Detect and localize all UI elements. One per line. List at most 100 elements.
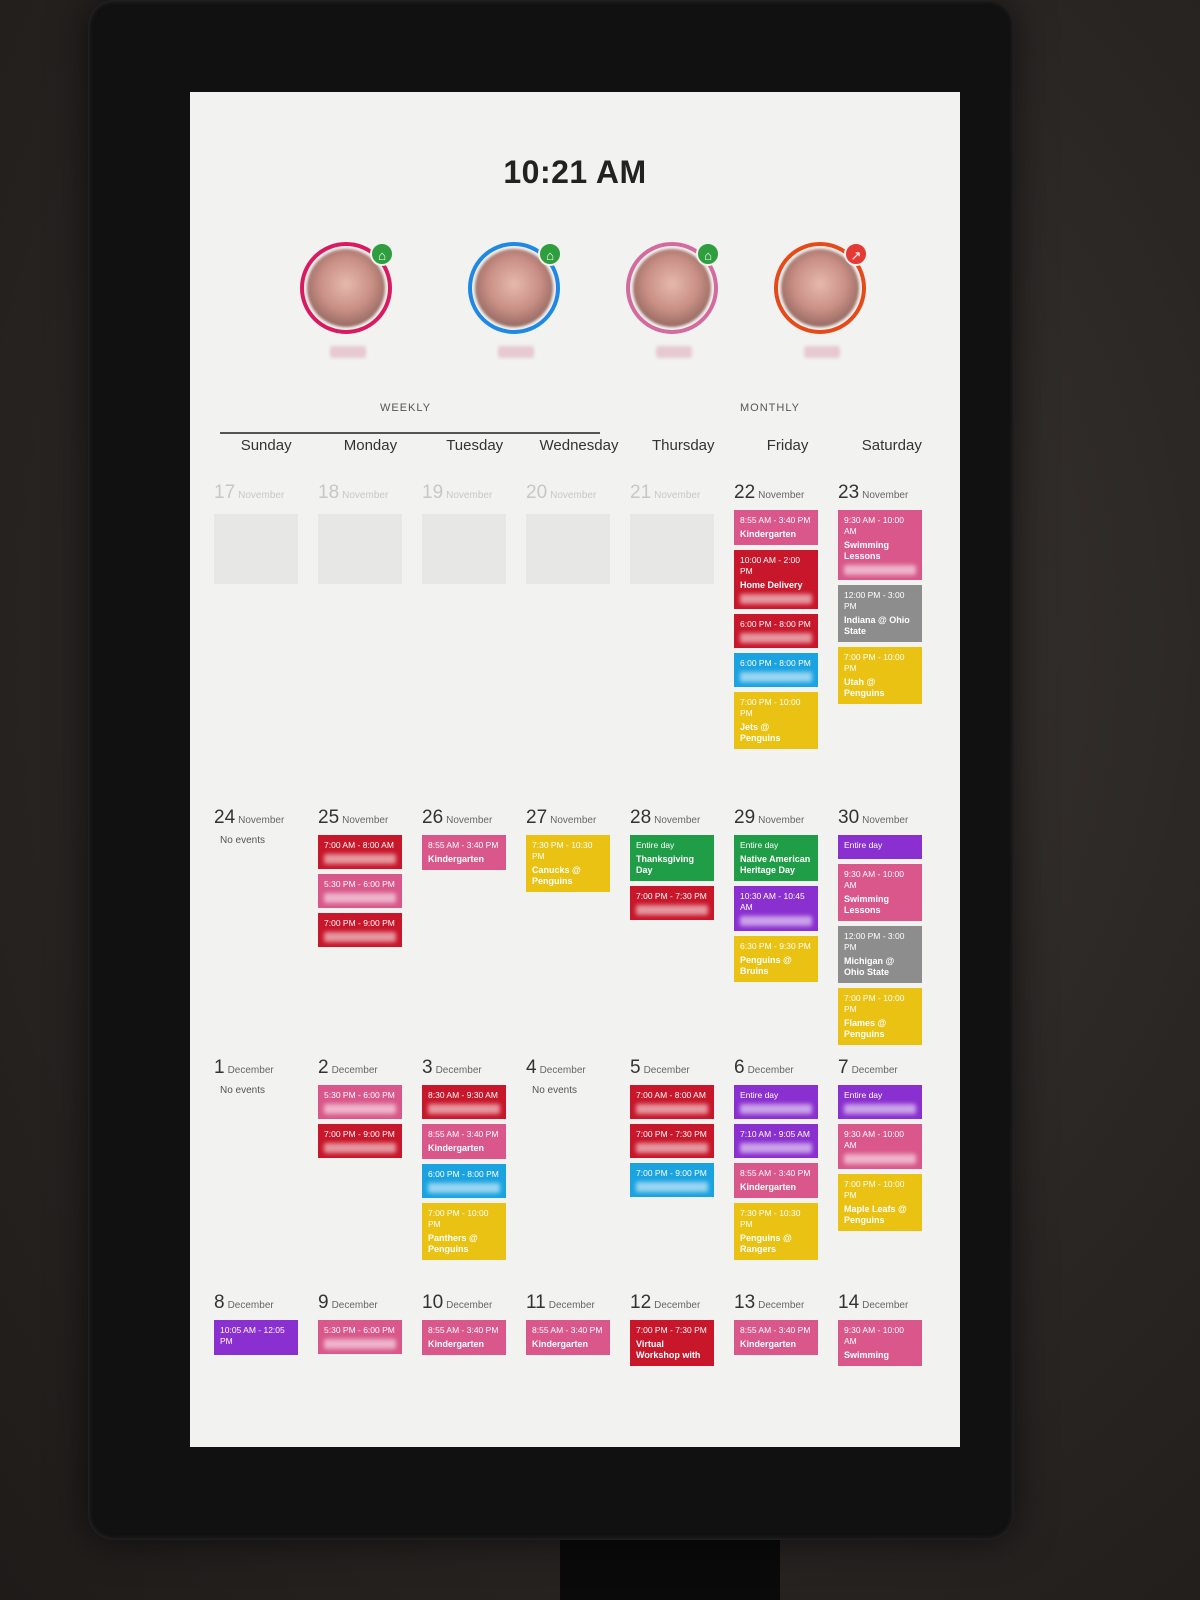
event-card[interactable]: Entire day bbox=[838, 835, 922, 859]
day-cell[interactable]: 2 December 5:30 PM - 6:00 PM 7:00 PM - 9:00… bbox=[318, 1057, 418, 1163]
event-card[interactable]: 7:00 PM - 7:30 PM bbox=[630, 1124, 714, 1158]
person-avatar[interactable]: ↗ bbox=[774, 242, 870, 358]
day-cell[interactable]: 13 December 8:55 AM - 3:40 PM Kindergarten bbox=[734, 1292, 834, 1360]
weekday-saturday: Saturday bbox=[861, 437, 922, 454]
day-cell[interactable]: 10 December 8:55 AM - 3:40 PM Kindergarten bbox=[422, 1292, 522, 1360]
event-card[interactable]: 7:00 PM - 9:00 PM bbox=[318, 1124, 402, 1158]
event-card[interactable]: 12:00 PM - 3:00 PM Indiana @ Ohio State bbox=[838, 585, 922, 642]
event-card[interactable]: 6:30 PM - 9:30 PM Penguins @ Bruins bbox=[734, 936, 818, 982]
day-cell[interactable]: 11 December 8:55 AM - 3:40 PM Kindergarten bbox=[526, 1292, 626, 1360]
day-cell[interactable]: 26 November 8:55 AM - 3:40 PM Kindergarten bbox=[422, 807, 522, 875]
day-cell[interactable]: 22 November 8:55 AM - 3:40 PM Kindergarten 1… bbox=[734, 482, 834, 754]
event-card[interactable]: 9:30 AM - 10:00 AM Swimming bbox=[838, 1320, 922, 1366]
home-status-icon: ⌂ bbox=[370, 242, 394, 266]
event-card[interactable]: 7:00 PM - 9:00 PM bbox=[318, 913, 402, 947]
event-time: 7:00 AM - 8:00 AM bbox=[636, 1090, 706, 1100]
event-card[interactable]: 5:30 PM - 6:00 PM bbox=[318, 874, 402, 908]
day-number: 20 bbox=[526, 482, 548, 503]
event-card[interactable]: 7:00 AM - 8:00 AM bbox=[630, 1085, 714, 1119]
event-card[interactable]: 7:30 PM - 10:30 PM Canucks @ Penguins bbox=[526, 835, 610, 892]
event-card[interactable]: 6:00 PM - 8:00 PM bbox=[734, 653, 818, 687]
person-avatar[interactable]: ⌂ bbox=[626, 242, 722, 358]
event-card[interactable]: 7:00 PM - 10:00 PM Panthers @ Penguins bbox=[422, 1203, 506, 1260]
event-card[interactable]: 7:30 PM - 10:30 PM Penguins @ Rangers bbox=[734, 1203, 818, 1260]
event-time: 7:00 PM - 7:30 PM bbox=[636, 1129, 707, 1139]
event-card[interactable]: 8:55 AM - 3:40 PM Kindergarten bbox=[734, 1163, 818, 1198]
event-card[interactable]: 12:00 PM - 3:00 PM Michigan @ Ohio State bbox=[838, 926, 922, 983]
event-card[interactable]: 6:00 PM - 8:00 PM bbox=[422, 1164, 506, 1198]
event-card[interactable]: 7:10 AM - 9:05 AM bbox=[734, 1124, 818, 1158]
event-title: Indiana @ Ohio State bbox=[844, 615, 910, 636]
day-cell[interactable]: 19 November bbox=[422, 482, 522, 584]
redacted-text bbox=[740, 594, 812, 604]
event-title: Swimming bbox=[844, 1350, 890, 1360]
event-card[interactable]: 8:55 AM - 3:40 PM Kindergarten bbox=[422, 1124, 506, 1159]
day-cell[interactable]: 12 December 7:00 PM - 7:30 PM Virtual Works… bbox=[630, 1292, 730, 1371]
event-card[interactable]: Entire day Native American Heritage Day bbox=[734, 835, 818, 881]
event-card[interactable]: 8:55 AM - 3:40 PM Kindergarten bbox=[526, 1320, 610, 1355]
event-card[interactable]: 5:30 PM - 6:00 PM bbox=[318, 1320, 402, 1354]
event-card[interactable]: 7:00 PM - 9:00 PM bbox=[630, 1163, 714, 1197]
event-card[interactable]: 10:05 AM - 12:05 PM bbox=[214, 1320, 298, 1355]
event-title: Maple Leafs @ Penguins bbox=[844, 1204, 907, 1225]
event-card[interactable]: 8:55 AM - 3:40 PM Kindergarten bbox=[422, 1320, 506, 1355]
event-card[interactable]: 7:00 PM - 7:30 PM bbox=[630, 886, 714, 920]
day-cell[interactable]: 14 December 9:30 AM - 10:00 AM Swimming bbox=[838, 1292, 938, 1371]
day-cell[interactable]: 25 November 7:00 AM - 8:00 AM 5:30 PM - 6:0… bbox=[318, 807, 418, 952]
event-card[interactable]: 7:00 PM - 10:00 PM Jets @ Penguins bbox=[734, 692, 818, 749]
person-avatar[interactable]: ⌂ bbox=[468, 242, 564, 358]
day-number: 24 bbox=[214, 807, 236, 828]
event-card[interactable]: 9:30 AM - 10:00 AM Swimming Lessons bbox=[838, 510, 922, 580]
day-cell[interactable]: 20 November bbox=[526, 482, 626, 584]
day-cell[interactable]: 5 December 7:00 AM - 8:00 AM 7:00 PM - 7:30… bbox=[630, 1057, 730, 1202]
faded-event bbox=[630, 514, 714, 584]
day-month: November bbox=[550, 815, 597, 826]
event-card[interactable]: Entire day Thanksgiving Day bbox=[630, 835, 714, 881]
event-card[interactable]: Entire day bbox=[838, 1085, 922, 1119]
event-card[interactable]: 7:00 PM - 10:00 PM Utah @ Penguins bbox=[838, 647, 922, 704]
event-card[interactable]: 7:00 PM - 7:30 PM Virtual Workshop with bbox=[630, 1320, 714, 1366]
event-card[interactable]: 8:55 AM - 3:40 PM Kindergarten bbox=[734, 1320, 818, 1355]
day-cell[interactable]: 28 November Entire day Thanksgiving Day 7:00… bbox=[630, 807, 730, 925]
event-card[interactable]: 7:00 PM - 10:00 PM Flames @ Penguins bbox=[838, 988, 922, 1045]
day-cell[interactable]: 18 November bbox=[318, 482, 418, 584]
day-month: November bbox=[550, 490, 597, 501]
event-card[interactable]: 10:30 AM - 10:45 AM bbox=[734, 886, 818, 931]
day-cell[interactable]: 9 December 5:30 PM - 6:00 PM bbox=[318, 1292, 418, 1359]
event-card[interactable]: 8:30 AM - 9:30 AM bbox=[422, 1085, 506, 1119]
day-date: 26 November bbox=[422, 807, 522, 829]
event-card[interactable]: 7:00 AM - 8:00 AM bbox=[318, 835, 402, 869]
tab-monthly[interactable]: MONTHLY bbox=[740, 402, 800, 414]
day-cell[interactable]: 24 November No events bbox=[214, 807, 314, 846]
tab-weekly[interactable]: WEEKLY bbox=[380, 402, 431, 414]
day-cell[interactable]: 30 November Entire day 9:30 AM - 10:00 AM Sw… bbox=[838, 807, 938, 1050]
day-cell[interactable]: 6 December Entire day 7:10 AM - 9:05 AM 8:55… bbox=[734, 1057, 834, 1265]
event-card[interactable]: 9:30 AM - 10:00 AM Swimming Lessons bbox=[838, 864, 922, 921]
day-date: 21 November bbox=[630, 482, 730, 504]
person-name bbox=[498, 346, 534, 358]
person-avatar[interactable]: ⌂ bbox=[300, 242, 396, 358]
day-cell[interactable]: 29 November Entire day Native American Heri… bbox=[734, 807, 834, 987]
event-card[interactable]: Entire day bbox=[734, 1085, 818, 1119]
day-cell[interactable]: 27 November 7:30 PM - 10:30 PM Canucks @ Pe… bbox=[526, 807, 626, 897]
event-card[interactable]: 8:55 AM - 3:40 PM Kindergarten bbox=[422, 835, 506, 870]
day-cell[interactable]: 23 November 9:30 AM - 10:00 AM Swimming Les… bbox=[838, 482, 938, 709]
event-card[interactable]: 9:30 AM - 10:00 AM bbox=[838, 1124, 922, 1169]
away-status-icon: ↗ bbox=[844, 242, 868, 266]
event-card[interactable]: 8:55 AM - 3:40 PM Kindergarten bbox=[734, 510, 818, 545]
view-tabs: WEEKLY MONTHLY bbox=[220, 402, 940, 434]
day-cell[interactable]: 1 December No events bbox=[214, 1057, 314, 1096]
event-card[interactable]: 10:00 AM - 2:00 PM Home Delivery bbox=[734, 550, 818, 609]
event-time: 10:00 AM - 2:00 PM bbox=[740, 555, 801, 576]
event-card[interactable]: 7:00 PM - 10:00 PM Maple Leafs @ Penguins bbox=[838, 1174, 922, 1231]
event-card[interactable]: 6:00 PM - 8:00 PM bbox=[734, 614, 818, 648]
day-number: 22 bbox=[734, 482, 756, 503]
event-card[interactable]: 5:30 PM - 6:00 PM bbox=[318, 1085, 402, 1119]
event-time: Entire day bbox=[636, 840, 675, 850]
day-cell[interactable]: 3 December 8:30 AM - 9:30 AM 8:55 AM - 3:40… bbox=[422, 1057, 522, 1265]
day-cell[interactable]: 8 December 10:05 AM - 12:05 PM bbox=[214, 1292, 314, 1360]
day-cell[interactable]: 4 December No events bbox=[526, 1057, 626, 1096]
day-cell[interactable]: 17 November bbox=[214, 482, 314, 584]
day-cell[interactable]: 7 December Entire day 9:30 AM - 10:00 AM 7:0… bbox=[838, 1057, 938, 1236]
day-cell[interactable]: 21 November bbox=[630, 482, 730, 584]
